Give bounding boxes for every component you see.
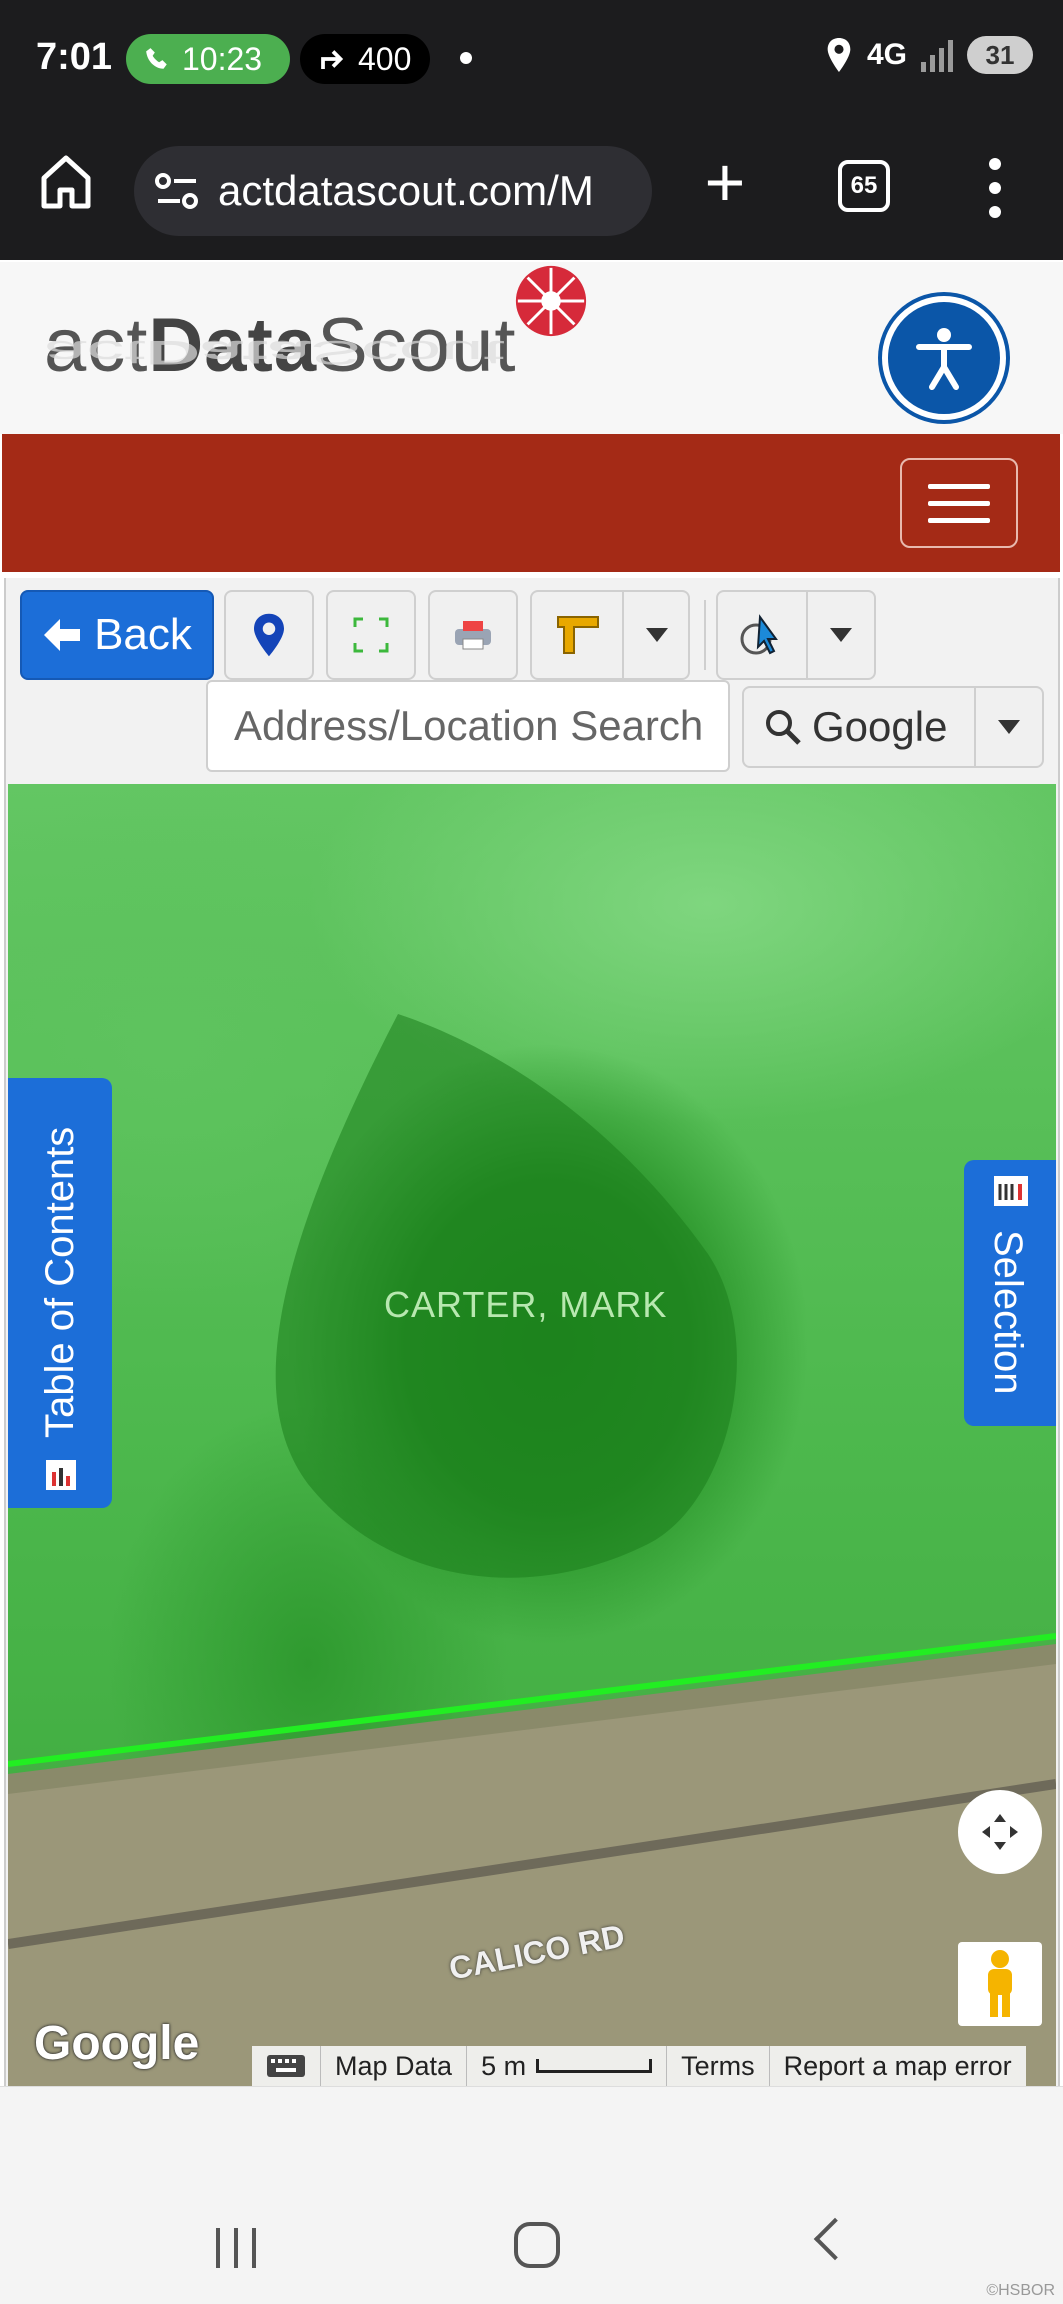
selection-list-icon xyxy=(994,1176,1028,1206)
map-canvas[interactable]: CARTER, MARK CALICO RD xyxy=(8,784,1056,2086)
home-nav-button[interactable] xyxy=(514,2222,560,2268)
google-logo: Google xyxy=(34,2017,200,2070)
recenter-button[interactable] xyxy=(958,1790,1042,1874)
notification-dot xyxy=(460,52,472,64)
keyboard-icon xyxy=(267,2055,305,2077)
new-tab-button[interactable]: + xyxy=(700,147,750,220)
call-indicator[interactable]: 10:23 xyxy=(126,34,290,84)
address-search-input[interactable]: Address/Location Search xyxy=(206,680,730,772)
crosshair-icon xyxy=(982,1814,1018,1850)
map-scale[interactable]: 5 m xyxy=(467,2046,668,2086)
back-label: Back xyxy=(94,610,192,659)
page-footer xyxy=(0,2086,1063,2166)
accessibility-button[interactable] xyxy=(882,296,1006,420)
network-type: 4G xyxy=(866,38,907,71)
ruler-icon xyxy=(557,616,599,654)
street-view-pegman[interactable] xyxy=(958,1942,1042,2026)
search-provider-button[interactable]: Google xyxy=(742,686,976,768)
selection-label: Selection xyxy=(986,1230,1030,1395)
logo-star-icon xyxy=(515,265,587,337)
site-nav-bar xyxy=(2,434,1060,572)
url-bar[interactable]: actdatascout.com/M xyxy=(134,146,652,236)
print-button[interactable] xyxy=(428,590,518,680)
toolbar-divider xyxy=(704,600,706,670)
location-button[interactable] xyxy=(224,590,314,680)
forward-arrow-icon xyxy=(321,50,344,69)
map-attribution-bar: Map Data 5 m Terms Report a map error xyxy=(252,2046,1026,2086)
arrow-left-icon xyxy=(44,619,81,651)
report-error-link[interactable]: Report a map error xyxy=(770,2046,1026,2086)
url-text: actdatascout.com/M xyxy=(218,167,594,214)
terms-link[interactable]: Terms xyxy=(667,2046,770,2086)
measure-button[interactable] xyxy=(530,590,690,680)
back-button[interactable]: Back xyxy=(20,590,214,680)
full-extent-button[interactable] xyxy=(326,590,416,680)
forward-indicator: 400 xyxy=(300,34,430,84)
expand-icon xyxy=(353,617,389,653)
search-provider-dropdown[interactable] xyxy=(974,686,1044,768)
system-nav-bar: ©HSBOR xyxy=(0,2166,1063,2304)
logo-reflection: actDataScout xyxy=(44,333,505,372)
table-of-contents-tab[interactable]: Table of Contents xyxy=(8,1078,112,1508)
recents-button[interactable] xyxy=(216,2228,256,2268)
watermark: ©HSBOR xyxy=(986,2282,1055,2299)
pegman-icon xyxy=(988,1950,1012,2017)
layers-icon xyxy=(46,1460,76,1490)
back-nav-button[interactable] xyxy=(813,2217,857,2261)
keyboard-shortcuts-button[interactable] xyxy=(252,2046,321,2086)
search-icon xyxy=(766,710,801,745)
status-time: 7:01 xyxy=(36,36,113,78)
status-right: 4G 31 xyxy=(825,36,1033,74)
location-icon xyxy=(827,38,851,72)
home-button[interactable] xyxy=(40,154,92,210)
accessibility-icon xyxy=(916,328,972,390)
site-menu-button[interactable] xyxy=(900,458,1018,548)
printer-icon xyxy=(455,621,491,650)
home-icon xyxy=(41,155,91,209)
map-imagery xyxy=(8,1014,1056,2086)
select-cursor-icon xyxy=(740,614,778,655)
browser-menu-button[interactable] xyxy=(980,158,1010,218)
signal-icon xyxy=(921,38,953,72)
map-data-link[interactable]: Map Data xyxy=(321,2046,468,2086)
status-bar: 7:01 10:23 400 4G 31 xyxy=(0,0,1063,118)
phone-icon xyxy=(146,48,167,69)
browser-toolbar: actdatascout.com/M + 65 xyxy=(0,118,1063,260)
measure-dropdown-icon[interactable] xyxy=(646,628,668,642)
select-dropdown-icon[interactable] xyxy=(830,628,852,642)
map-pin-icon xyxy=(254,613,284,657)
toc-label: Table of Contents xyxy=(38,1126,82,1438)
tab-switcher-button[interactable]: 65 xyxy=(838,160,890,212)
select-tool-button[interactable] xyxy=(716,590,876,680)
battery-icon: 31 xyxy=(967,36,1033,74)
forward-text: 400 xyxy=(358,40,412,77)
site-settings-icon xyxy=(155,173,198,209)
search-provider-label: Google xyxy=(812,703,948,750)
call-timer: 10:23 xyxy=(182,40,263,77)
selection-tab[interactable]: Selection xyxy=(964,1160,1056,1426)
chevron-down-icon xyxy=(998,720,1020,734)
parcel-owner-label: CARTER, MARK xyxy=(384,1284,668,1325)
